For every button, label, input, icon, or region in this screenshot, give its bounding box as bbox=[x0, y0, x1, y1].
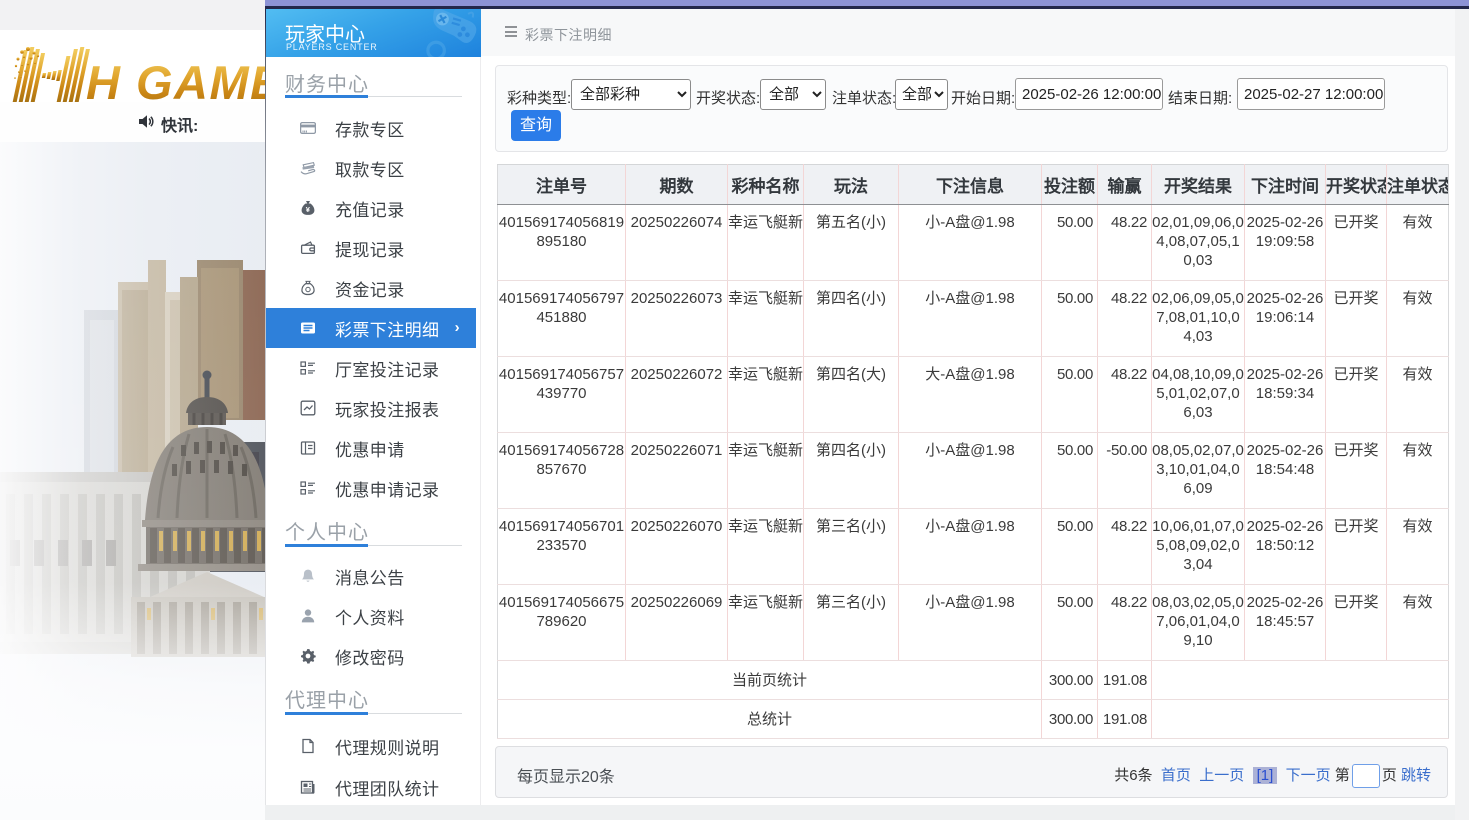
svg-text:H GAME: H GAME bbox=[86, 56, 266, 102]
svg-text:¥: ¥ bbox=[306, 205, 311, 214]
